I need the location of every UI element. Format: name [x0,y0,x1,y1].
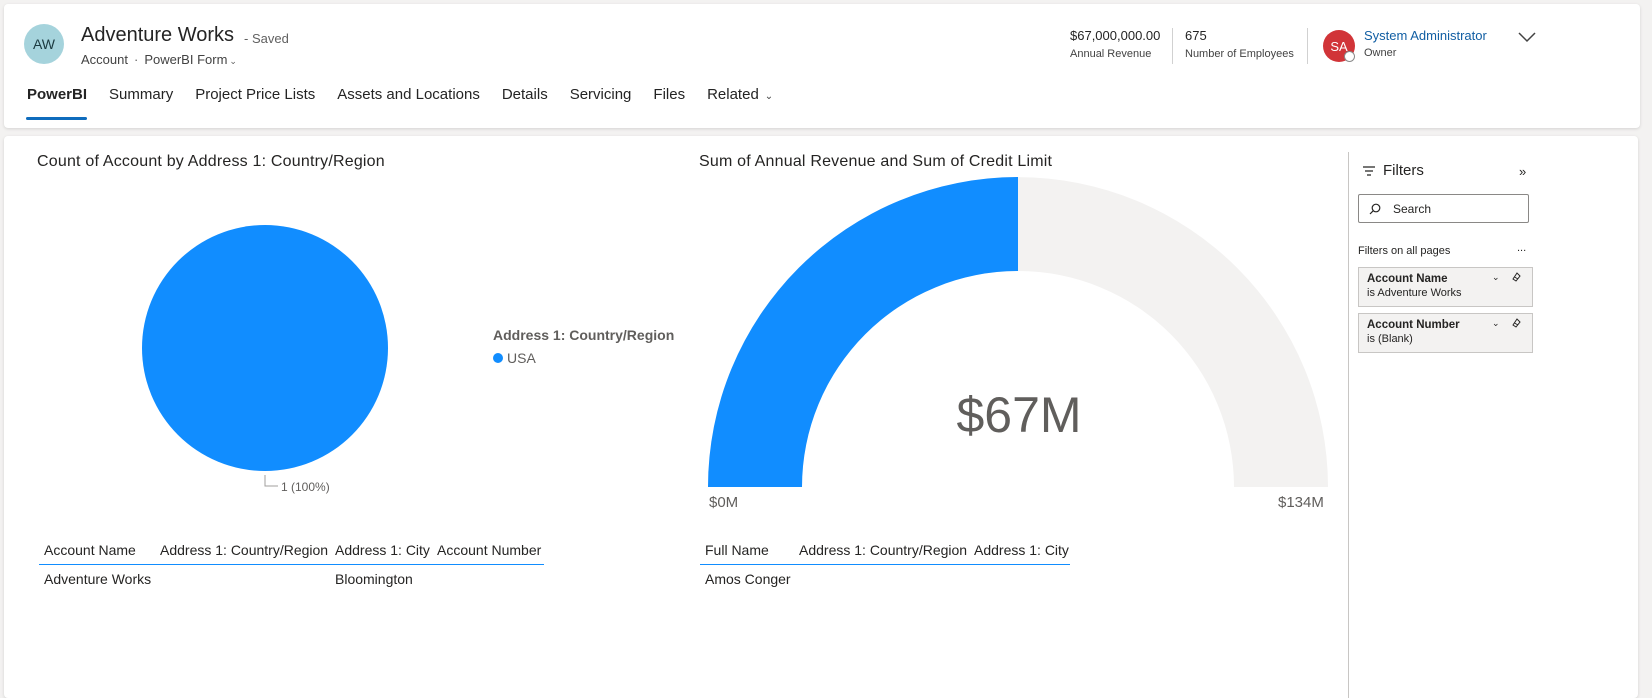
gauge-value-label: $67M [956,387,1082,443]
saved-status: - Saved [244,31,289,46]
tab-files[interactable]: Files [642,86,696,120]
chevron-down-icon[interactable]: ⌄ [1492,272,1500,283]
table-header-row: Full Name Address 1: Country/Region Addr… [700,535,1070,565]
kpi-annual-revenue: $67,000,000.00 Annual Revenue [1070,28,1160,60]
clear-filter-icon[interactable] [1511,317,1522,328]
tab-related[interactable]: Related ⌄ [696,86,784,120]
form-tabs: PowerBI Summary Project Price Lists Asse… [26,86,784,120]
form-selector[interactable]: PowerBI Form ⌄ [144,52,237,67]
more-options-icon[interactable]: ... [1517,242,1526,254]
pie-legend-title: Address 1: Country/Region [493,327,675,343]
filter-icon [1363,165,1375,176]
kpi-divider [1172,28,1173,64]
kpi-value: $67,000,000.00 [1070,28,1161,43]
column-header[interactable]: Full Name [700,542,794,558]
column-header[interactable]: Address 1: Country/Region [794,542,969,558]
gauge-max-label: $134M [1278,494,1324,511]
filters-section-label: Filters on all pages [1358,245,1451,257]
chevron-down-icon: ⌄ [764,91,774,102]
tab-project-price-lists[interactable]: Project Price Lists [184,86,326,120]
kpi-number-of-employees: 675 Number of Employees [1185,28,1294,60]
form-selector-label: PowerBI Form [144,52,228,67]
filter-name: Account Name [1367,273,1448,285]
table-cell: Bloomington [335,571,413,587]
collapse-pane-icon[interactable]: » [1519,164,1526,179]
pie-slice-usa[interactable] [142,225,388,471]
column-header[interactable]: Address 1: Country/Region [155,542,330,558]
table-row[interactable]: Adventure Works Bloomington [39,565,544,593]
table-row[interactable]: Amos Conger [700,565,1070,593]
legend-marker [493,353,503,363]
column-header[interactable]: Account Number [432,542,544,558]
search-placeholder: Search [1393,201,1432,216]
column-header[interactable]: Address 1: City [969,542,1070,558]
filter-value: is Adventure Works [1367,287,1462,299]
record-header: AW Adventure Works - Saved Account · Pow… [4,4,1640,128]
table-cell: Adventure Works [44,571,152,587]
filters-title: Filters [1383,162,1424,179]
record-title: Adventure Works [81,24,235,46]
tab-details[interactable]: Details [491,86,559,120]
accounts-table[interactable]: Account Name Address 1: Country/Region A… [39,535,544,593]
legend-label: USA [507,350,536,366]
filter-name: Account Number [1367,319,1460,331]
kpi-value: 675 [1185,28,1207,43]
powerbi-report: Count of Account by Address 1: Country/R… [4,136,1638,698]
column-header[interactable]: Account Name [39,542,155,558]
tab-related-label: Related [707,86,759,103]
entity-avatar: AW [24,24,64,64]
kpi-divider [1307,28,1308,64]
tab-summary[interactable]: Summary [98,86,184,120]
tab-servicing[interactable]: Servicing [559,86,643,120]
gauge-min-label: $0M [709,494,739,511]
breadcrumb-separator: · [133,52,139,67]
filters-pane: Filters » Search Filters on all pages ..… [1348,152,1540,698]
filter-value: is (Blank) [1367,333,1413,345]
search-icon [1369,203,1381,214]
owner-name-link[interactable]: System Administrator [1364,28,1487,43]
breadcrumb: Account · PowerBI Form ⌄ [81,52,237,67]
kpi-label: Number of Employees [1185,48,1294,60]
entity-name: Account [81,52,128,67]
filters-header: Filters [1363,162,1424,179]
kpi-label: Annual Revenue [1070,48,1152,60]
owner-role: Owner [1364,47,1397,59]
tab-powerbi[interactable]: PowerBI [26,86,98,120]
clear-filter-icon[interactable] [1511,271,1522,282]
chevron-down-icon[interactable] [1516,28,1538,46]
filter-card-account-name[interactable]: Account Name is Adventure Works ⌄ [1358,267,1533,307]
pie-leader-line [264,475,278,487]
table-header-row: Account Name Address 1: Country/Region A… [39,535,544,565]
column-header[interactable]: Address 1: City [330,542,432,558]
contacts-table[interactable]: Full Name Address 1: Country/Region Addr… [700,535,1070,593]
filter-card-account-number[interactable]: Account Number is (Blank) ⌄ [1358,313,1533,353]
pie-data-label: 1 (100%) [281,480,330,494]
pie-legend-item-usa[interactable]: USA [493,350,536,366]
tab-assets-and-locations[interactable]: Assets and Locations [326,86,491,120]
chevron-down-icon: ⌄ [229,56,237,66]
filters-search-input[interactable]: Search [1358,194,1529,223]
chevron-down-icon[interactable]: ⌄ [1492,318,1500,329]
table-cell: Amos Conger [705,571,791,587]
pie-chart[interactable] [142,225,388,471]
presence-icon [1344,51,1355,62]
